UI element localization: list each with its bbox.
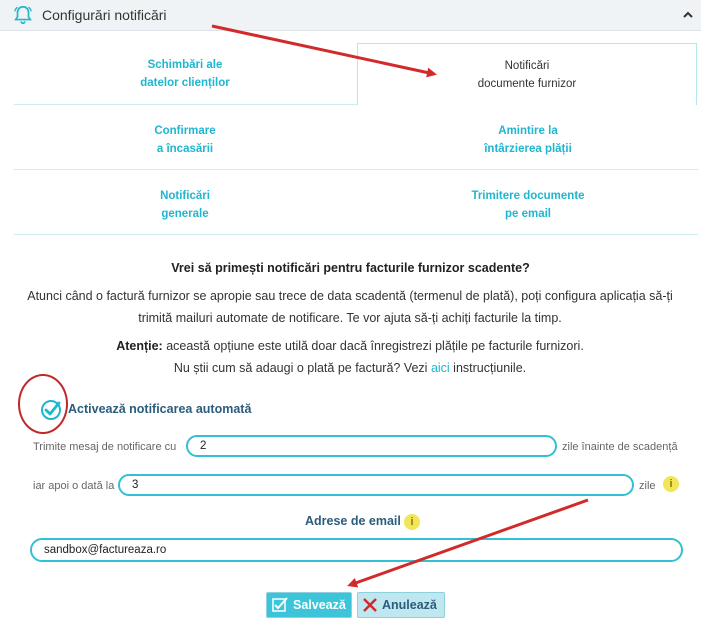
help-suffix: instrucțiunile. — [449, 361, 527, 375]
attention-label: Atenție: — [116, 339, 163, 353]
attention-text: această opțiune este utilă doar dacă înr… — [162, 339, 584, 353]
send-label: Trimite mesaj de notificare cu — [33, 441, 177, 453]
description-line: Atunci când o factură furnizor se apropi… — [27, 289, 673, 303]
tab-divider — [14, 234, 698, 235]
close-icon — [363, 598, 377, 612]
cancel-label: Anulează — [382, 598, 437, 612]
check-square-icon — [272, 597, 288, 612]
save-label: Salvează — [293, 598, 346, 612]
save-button[interactable]: Salvează — [266, 592, 352, 618]
help-link[interactable]: aici — [431, 361, 450, 375]
chevron-up-icon[interactable] — [683, 10, 693, 20]
info-icon[interactable]: i — [404, 514, 420, 530]
info-icon[interactable]: i — [663, 476, 679, 492]
tab-send-documents-email[interactable]: Trimitere documente pe email — [357, 175, 699, 235]
tab-divider — [14, 104, 357, 105]
activate-label[interactable]: Activează notificarea automată — [68, 402, 251, 416]
tab-payment-confirmation[interactable]: Confirmare a încasării — [14, 110, 356, 170]
tab-supplier-document-notifications[interactable]: Notificări documente furnizor — [357, 43, 697, 105]
tab-late-payment-reminder[interactable]: Amintire la întârzierea plății — [357, 110, 699, 170]
help-prefix: Nu știi cum să adaugi o plată pe factură… — [173, 361, 431, 375]
email-input[interactable] — [30, 538, 683, 562]
email-section-title: Adrese de email — [305, 514, 401, 528]
section-title: Configurări notificări — [42, 7, 167, 23]
then-label: iar apoi o dată la — [33, 480, 115, 492]
tab-general-notifications[interactable]: Notificări generale — [14, 175, 356, 235]
activate-checkbox[interactable] — [40, 399, 62, 421]
section-header[interactable]: Configurări notificări — [0, 0, 701, 31]
days-before-input[interactable] — [186, 435, 557, 457]
interval-days-input[interactable] — [118, 474, 634, 496]
cancel-button[interactable]: Anulează — [357, 592, 445, 618]
interval-suffix: zile — [639, 480, 656, 492]
attention-note: Atenție: această opțiune este utilă doar… — [20, 335, 680, 379]
tab-divider — [14, 169, 698, 170]
bell-icon — [14, 5, 32, 25]
tab-client-data-changes[interactable]: Schimbări ale datelor clienților — [14, 44, 356, 104]
days-before-suffix: zile înainte de scadență — [562, 441, 678, 453]
description: Atunci când o factură furnizor se apropi… — [20, 285, 680, 329]
question-heading: Vrei să primești notificări pentru factu… — [171, 261, 530, 275]
description-line: trimită mailuri automate de notificare. … — [138, 311, 562, 325]
